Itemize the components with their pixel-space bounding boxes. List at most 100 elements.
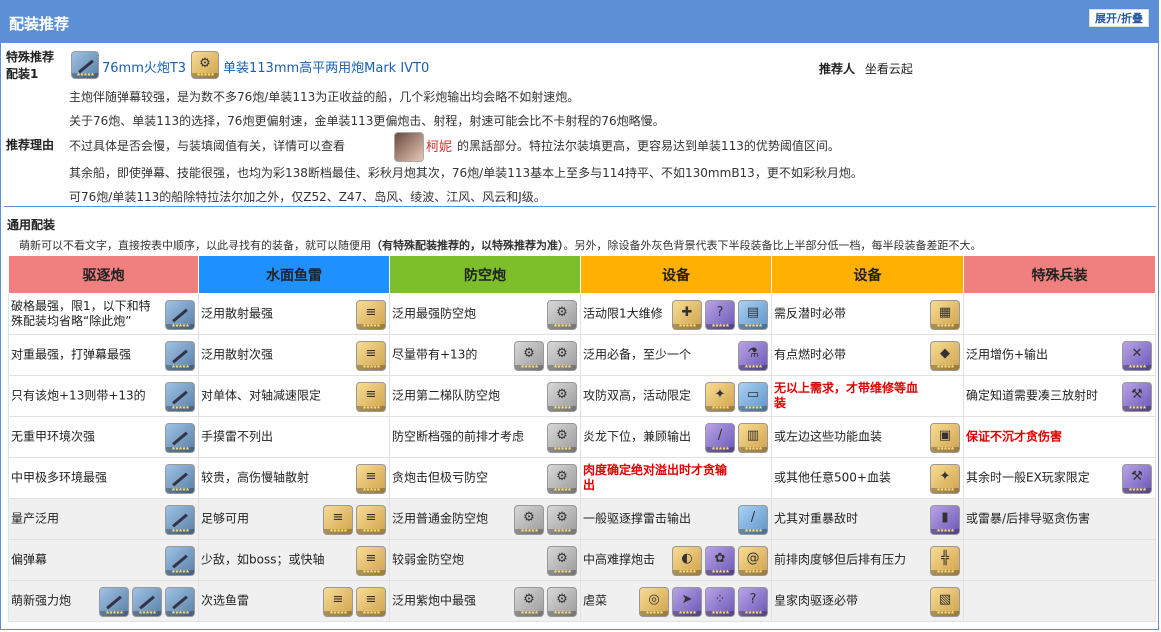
- general-title: 通用配装: [7, 218, 56, 232]
- pen-icon[interactable]: / ★★★★★: [738, 505, 768, 535]
- equipment-table: 驱逐炮 水面鱼雷 防空炮 设备 设备 特殊兵装 破格最强，限1，以下和特殊配装均省略“除此…: [8, 255, 1156, 622]
- hammer-icon[interactable]: ⚒ ★★★★★: [1122, 464, 1152, 494]
- box-icon[interactable]: ? ★★★★★: [738, 587, 768, 617]
- table-cell: 尽量带有+13的 ⚙ ★★★★★ ⚙ ★★★★★: [389, 334, 581, 376]
- gun-icon[interactable]: ★★★★★: [71, 51, 99, 79]
- bar-icon[interactable]: / ★★★★★: [705, 423, 735, 453]
- table-cell: 中高难撑炮击 ◐ ★★★★★ ✿ ★★★★★ @ ★★★★★: [580, 539, 772, 581]
- reason-line-4: 其余船，即使弹幕、技能很强，也均为彩138断档最佳、彩秋月炮其次，76炮/单装1…: [69, 166, 863, 180]
- expand-collapse-button[interactable]: 展开/折叠: [1088, 9, 1149, 27]
- cell-text: 贪炮击但极亏防空: [392, 470, 489, 485]
- table-cell: 有点燃时必带 ◆ ★★★★★: [771, 334, 964, 376]
- equipment-icons: ≡ ★★★★★: [356, 300, 386, 330]
- torpedo-icon[interactable]: ≡ ★★★★★: [356, 546, 386, 576]
- equipment-icons: ★★★★★: [165, 464, 195, 494]
- sonar-icon[interactable]: ▦ ★★★★★: [930, 300, 960, 330]
- torpedo-icon[interactable]: ≡ ★★★★★: [356, 382, 386, 412]
- reason-line-5: 可76炮/单装113的船除特拉法尔加之外，仅Z52、Z47、岛风、绫波、江风、风…: [69, 190, 546, 204]
- equipment-icons: ≡ ★★★★★: [356, 546, 386, 576]
- flower-icon[interactable]: ✿ ★★★★★: [705, 546, 735, 576]
- box-icon[interactable]: ? ★★★★★: [705, 300, 735, 330]
- torpedo-icon[interactable]: ≡ ★★★★★: [356, 464, 386, 494]
- divider: [4, 206, 1156, 207]
- capsule-icon[interactable]: ◐ ★★★★★: [672, 546, 702, 576]
- fuel-icon[interactable]: ⚗ ★★★★★: [738, 341, 768, 371]
- cannon-icon[interactable]: ╬ ★★★★★: [930, 546, 960, 576]
- gun-icon[interactable]: ★★★★★: [132, 587, 162, 617]
- equipment-icons: ▮ ★★★★★: [930, 505, 960, 535]
- cell-text: 需反潜时必带: [774, 306, 847, 321]
- torpedo-icon[interactable]: ≡ ★★★★★: [356, 300, 386, 330]
- extinguisher-icon[interactable]: ◆ ★★★★★: [930, 341, 960, 371]
- torpedo-icon[interactable]: ≡ ★★★★★: [356, 505, 386, 535]
- cluster-icon[interactable]: ⁘ ★★★★★: [705, 587, 735, 617]
- gear-icon[interactable]: ✦ ★★★★★: [930, 464, 960, 494]
- tablet-icon[interactable]: ▭ ★★★★★: [738, 382, 768, 412]
- table-header: 驱逐炮: [8, 255, 199, 294]
- gun-icon[interactable]: ★★★★★: [165, 300, 195, 330]
- equipment-icons: ⚙ ★★★★★: [547, 464, 577, 494]
- aa-gun-icon[interactable]: ⚙ ★★★★★: [547, 464, 577, 494]
- aa-gun-icon[interactable]: ⚙ ★★★★★: [514, 505, 544, 535]
- cell-text: 尤其对重暴敌时: [774, 511, 859, 526]
- cell-text: 肉度确定绝对溢出时才贪输出: [583, 463, 728, 492]
- equip-link-113mm[interactable]: 单装113mm高平两用炮Mark IVT0: [223, 57, 429, 76]
- aa-gun-icon[interactable]: ⚙ ★★★★★: [547, 300, 577, 330]
- table-header: 防空炮: [389, 255, 581, 294]
- torpedo-icon[interactable]: ≡ ★★★★★: [323, 587, 353, 617]
- aa-gun-icon[interactable]: ⚙ ★★★★★: [547, 341, 577, 371]
- book-icon[interactable]: ▮ ★★★★★: [930, 505, 960, 535]
- gear-icon[interactable]: ✦ ★★★★★: [705, 382, 735, 412]
- table-cell: 足够可用 ≡ ★★★★★ ≡ ★★★★★: [198, 498, 390, 540]
- aa-gun-icon[interactable]: ⚙ ★★★★★: [191, 51, 219, 79]
- gun-icon[interactable]: ★★★★★: [165, 546, 195, 576]
- radar-icon[interactable]: ◎ ★★★★★: [639, 587, 669, 617]
- torpedo-icon[interactable]: ≡ ★★★★★: [356, 341, 386, 371]
- equipment-icons: ≡ ★★★★★: [356, 382, 386, 412]
- aa-gun-icon[interactable]: ⚙ ★★★★★: [547, 382, 577, 412]
- plate-icon[interactable]: ▧ ★★★★★: [930, 587, 960, 617]
- toolbox-icon[interactable]: ▣ ★★★★★: [930, 423, 960, 453]
- avatar[interactable]: [394, 132, 424, 162]
- ship-link[interactable]: 柯妮: [426, 136, 452, 155]
- gun-icon[interactable]: ★★★★★: [165, 341, 195, 371]
- equipment-icons: ★★★★★: [165, 546, 195, 576]
- cell-text: 足够可用: [201, 511, 250, 526]
- table-header: 设备: [771, 255, 964, 294]
- special-label: 特殊推荐 配装1: [6, 49, 54, 83]
- torpedo-icon[interactable]: ≡ ★★★★★: [323, 505, 353, 535]
- gun-icon[interactable]: ★★★★★: [165, 423, 195, 453]
- gun-icon[interactable]: ★★★★★: [165, 464, 195, 494]
- cell-text: 前排肉度够但后排有压力: [774, 552, 907, 567]
- repair-icon[interactable]: ✚ ★★★★★: [672, 300, 702, 330]
- missile-icon[interactable]: ➤ ★★★★★: [672, 587, 702, 617]
- table-header: 水面鱼雷: [198, 255, 390, 294]
- cell-text: 尽量带有+13的: [392, 347, 478, 362]
- table-cell: 泛用散射次强 ≡ ★★★★★: [198, 334, 390, 376]
- trap-icon[interactable]: ▥ ★★★★★: [738, 423, 768, 453]
- table-cell: 虐菜 ◎ ★★★★★ ➤ ★★★★★ ⁘ ★★★★★? ★★★★★: [580, 580, 772, 622]
- aa-gun-icon[interactable]: ⚙ ★★★★★: [547, 587, 577, 617]
- equip-link-76mm[interactable]: 76mm火炮T3: [102, 57, 186, 76]
- table-cell: 尤其对重暴敌时 ▮ ★★★★★: [771, 498, 964, 540]
- aa-gun-icon[interactable]: ⚙ ★★★★★: [514, 341, 544, 371]
- cell-text: 对重最强，打弹幕最强: [11, 347, 132, 362]
- equipment-icons: ≡ ★★★★★: [356, 341, 386, 371]
- swords-icon[interactable]: ✕ ★★★★★: [1122, 341, 1152, 371]
- gun-icon[interactable]: ★★★★★: [165, 382, 195, 412]
- aa-gun-icon[interactable]: ⚙ ★★★★★: [547, 546, 577, 576]
- table-cell: 无重甲环境次强 ★★★★★: [8, 416, 199, 458]
- torpedo-icon[interactable]: ≡ ★★★★★: [356, 587, 386, 617]
- aa-gun-icon[interactable]: ⚙ ★★★★★: [514, 587, 544, 617]
- aa-gun-icon[interactable]: ⚙ ★★★★★: [547, 505, 577, 535]
- gun-icon[interactable]: ★★★★★: [165, 505, 195, 535]
- gun-icon[interactable]: ★★★★★: [165, 587, 195, 617]
- cell-text: 对单体、对轴减速限定: [201, 388, 322, 403]
- gun-icon[interactable]: ★★★★★: [99, 587, 129, 617]
- kit-icon[interactable]: ▤ ★★★★★: [738, 300, 768, 330]
- cell-text: 只有该炮+13则带+13的: [11, 388, 146, 403]
- spiral-icon[interactable]: @ ★★★★★: [738, 546, 768, 576]
- aa-gun-icon[interactable]: ⚙ ★★★★★: [547, 423, 577, 453]
- equipment-icons: ✦ ★★★★★ ▭ ★★★★★: [705, 382, 768, 412]
- hammer-icon[interactable]: ⚒ ★★★★★: [1122, 382, 1152, 412]
